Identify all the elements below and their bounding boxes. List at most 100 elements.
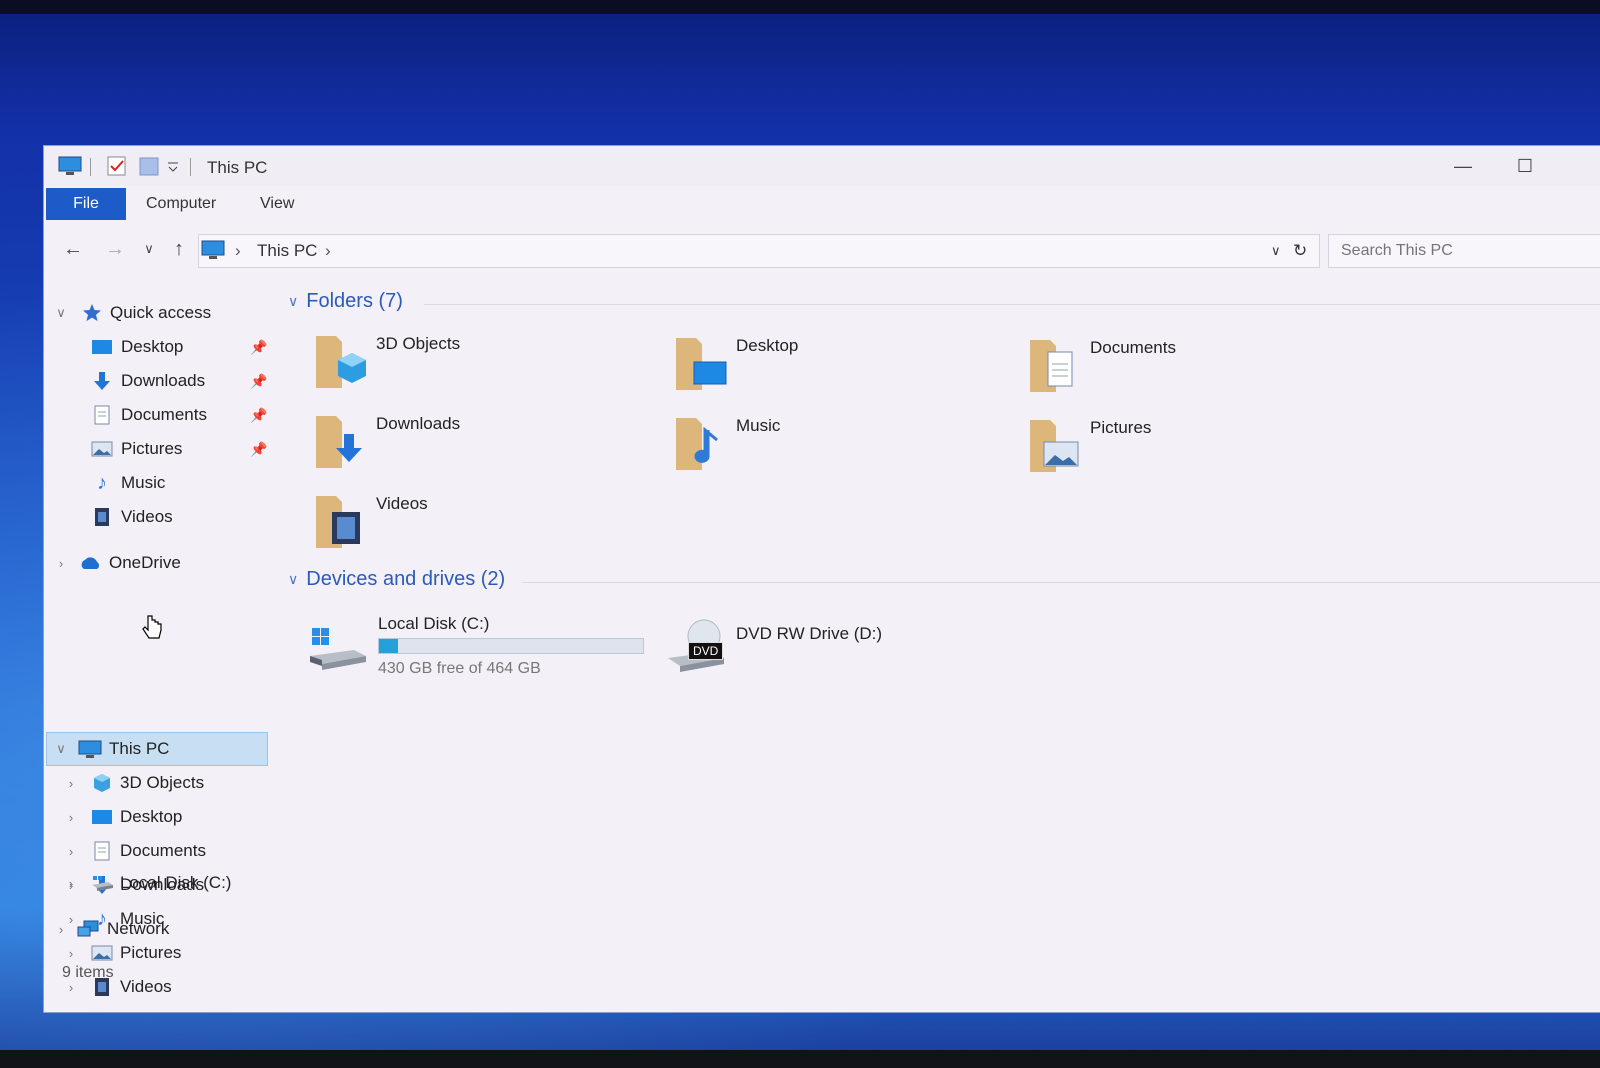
breadcrumb-separator-icon[interactable]: ›: [235, 241, 241, 261]
drive-label: Local Disk (C:): [378, 614, 490, 633]
chevron-down-icon[interactable]: ∨: [288, 293, 298, 310]
toolbar-separator: [190, 158, 191, 176]
navigation-bar: ← → ∨ ↑ › This PC › ∨ ↻: [44, 230, 1600, 270]
folder-label: Music: [736, 416, 781, 435]
new-folder-icon[interactable]: [138, 155, 160, 177]
folder-downloads-icon: [316, 416, 362, 468]
drive-dvd-rw-d[interactable]: DVD DVD RW Drive (D:): [664, 616, 1004, 686]
pin-icon[interactable]: 📌: [250, 441, 267, 458]
search-input[interactable]: [1329, 235, 1600, 267]
title-bar: This PC — ☐: [44, 146, 1600, 186]
minimize-button[interactable]: —: [1448, 154, 1478, 178]
devices-group-header[interactable]: ∨ Devices and drives (2): [288, 568, 505, 591]
maximize-button[interactable]: ☐: [1510, 154, 1540, 178]
network-icon: [76, 918, 100, 940]
mouse-cursor-hand-icon: [142, 615, 162, 639]
hard-drive-icon: [90, 872, 114, 894]
music-note-icon: ♪: [97, 471, 107, 494]
toolbar-separator: [90, 158, 91, 176]
nav-label: 3D Objects: [120, 773, 205, 792]
disk-usage-fill: [379, 639, 399, 653]
folder-pictures[interactable]: Pictures: [1026, 414, 1366, 484]
file-explorer-window: This PC — ☐ File Computer View ← → ∨ ↑ ›…: [44, 146, 1600, 1012]
computer-icon: [201, 239, 227, 266]
folder-videos-icon: [316, 496, 360, 548]
properties-icon[interactable]: [106, 155, 128, 177]
group-divider: [522, 582, 1600, 583]
folder-3d-objects-icon: [316, 336, 366, 388]
document-icon: [90, 404, 114, 426]
chevron-right-icon[interactable]: ›: [64, 810, 78, 825]
nav-label: Desktop: [120, 807, 183, 826]
disk-usage-bar: [378, 638, 644, 654]
ribbon-tabs: File Computer View: [44, 188, 1600, 222]
breadcrumb-separator-icon[interactable]: ›: [325, 241, 331, 261]
folder-label: Pictures: [1090, 418, 1152, 437]
folder-music[interactable]: Music: [672, 412, 1012, 482]
folder-documents[interactable]: Documents: [1026, 334, 1366, 404]
chevron-right-icon[interactable]: ›: [64, 776, 78, 791]
folder-label: Downloads: [376, 414, 461, 433]
folder-desktop-icon: [676, 338, 727, 390]
nav-label: Network: [107, 919, 170, 938]
folder-downloads[interactable]: Downloads: [312, 410, 652, 480]
nav-label: Videos: [120, 977, 172, 996]
picture-icon: [90, 438, 114, 460]
folder-music-icon: [676, 418, 718, 470]
tab-computer[interactable]: Computer: [128, 188, 234, 220]
back-arrow-icon[interactable]: ←: [60, 236, 86, 262]
nav-label: Local Disk (C:): [120, 873, 232, 892]
nav-label: Pictures: [121, 439, 183, 458]
picture-icon: [90, 942, 114, 964]
folders-group-header[interactable]: ∨ Folders (7): [288, 290, 403, 313]
document-icon: [90, 840, 114, 862]
pin-icon[interactable]: 📌: [250, 407, 267, 424]
folder-3d-objects[interactable]: 3D Objects: [312, 330, 652, 400]
address-bar[interactable]: › This PC › ∨ ↻: [198, 234, 1320, 268]
nav-label: OneDrive: [109, 553, 181, 572]
hard-drive-windows-icon: [310, 628, 366, 670]
chevron-right-icon[interactable]: ›: [54, 922, 68, 937]
breadcrumb-this-pc[interactable]: This PC: [257, 241, 317, 261]
computer-icon[interactable]: [58, 155, 82, 177]
drive-local-disk-c[interactable]: Local Disk (C:) 430 GB free of 464 GB: [306, 614, 646, 686]
chevron-down-icon[interactable]: ∨: [288, 571, 298, 588]
tab-view[interactable]: View: [242, 188, 312, 220]
group-title: Folders (7): [306, 290, 403, 312]
download-arrow-icon: [90, 370, 114, 392]
chevron-down-icon[interactable]: ∨: [54, 305, 68, 321]
drive-label: DVD RW Drive (D:): [736, 624, 883, 643]
refresh-icon[interactable]: ↻: [1293, 241, 1307, 261]
disk-free-text: 430 GB free of 464 GB: [378, 660, 541, 677]
status-item-count: 9 items: [62, 964, 114, 981]
nav-label: Quick access: [110, 303, 212, 322]
group-title: Devices and drives (2): [306, 568, 506, 590]
forward-arrow-icon[interactable]: →: [102, 236, 128, 262]
nav-label: Music: [121, 473, 166, 492]
folder-label: Videos: [376, 494, 428, 513]
customize-toolbar-icon[interactable]: [166, 155, 180, 177]
folder-desktop[interactable]: Desktop: [672, 332, 1012, 402]
chevron-right-icon[interactable]: ›: [64, 844, 78, 859]
chevron-right-icon[interactable]: ›: [54, 556, 68, 571]
pin-icon[interactable]: 📌: [250, 373, 267, 390]
nav-label: Videos: [121, 507, 173, 526]
up-arrow-icon[interactable]: ↑: [166, 236, 192, 262]
chevron-right-icon[interactable]: ›: [64, 876, 78, 891]
video-film-icon: [90, 506, 114, 528]
address-dropdown-icon[interactable]: ∨: [1271, 243, 1281, 259]
chevron-down-icon[interactable]: ∨: [54, 741, 68, 757]
chevron-right-icon[interactable]: ›: [64, 946, 78, 961]
pin-icon[interactable]: 📌: [250, 339, 267, 356]
monitor-bezel-top: [0, 0, 1600, 14]
search-box[interactable]: [1328, 234, 1600, 268]
recent-locations-chevron-icon[interactable]: ∨: [136, 236, 162, 262]
tab-file[interactable]: File: [46, 188, 126, 220]
folder-pictures-icon: [1030, 420, 1079, 472]
folder-documents-icon: [1030, 340, 1073, 392]
dvd-badge: DVD: [688, 642, 724, 660]
monitor-bezel-bottom: [0, 1050, 1600, 1068]
nav-label: Downloads: [121, 371, 206, 390]
folder-videos[interactable]: Videos: [312, 490, 652, 560]
folder-label: Desktop: [736, 336, 799, 355]
